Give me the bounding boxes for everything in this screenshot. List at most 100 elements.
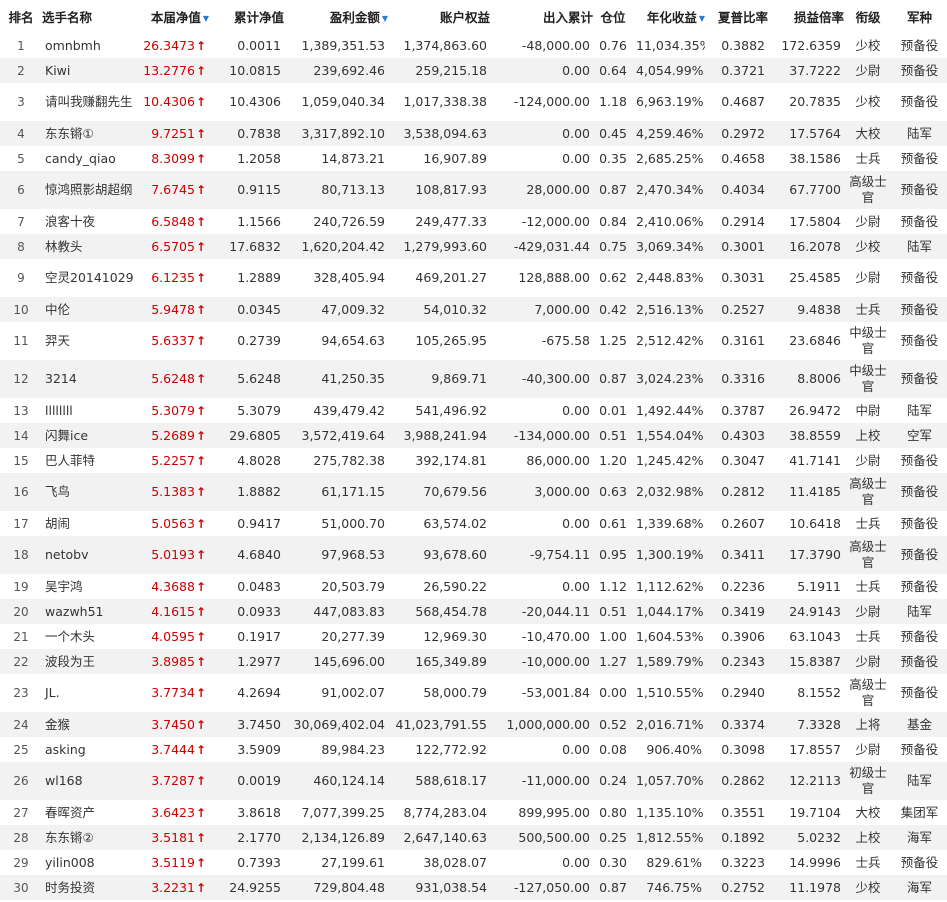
table-row[interactable]: 13 llllllll 5.3079↑ 5.3079 439,479.42 541,496… [0,398,947,423]
rank-cell: 24 [0,712,42,737]
col-rank-header[interactable]: 排名 [0,0,42,33]
pl-ratio-cell: 37.7222 [768,58,844,83]
col-sharpe-header[interactable]: 夏普比率 [705,0,768,33]
corps-cell: 陆军 [892,398,947,423]
player-name-cell[interactable]: 飞鸟 [42,473,137,511]
col-grade-header[interactable]: 衔级 [844,0,892,33]
player-name-cell[interactable]: 时务投资 [42,875,137,900]
grade-cell: 士兵 [844,511,892,536]
net-value-cell: 10.4306↑ [137,83,209,121]
table-row[interactable]: 11 羿天 5.6337↑ 0.2739 94,654.63 105,265.95 -675… [0,322,947,360]
player-name-cell[interactable]: Kiwi [42,58,137,83]
player-name-cell[interactable]: 春晖资产 [42,800,137,825]
position-cell: 0.64 [593,58,633,83]
player-name-cell[interactable]: JL. [42,674,137,712]
table-row[interactable]: 27 春晖资产 3.6423↑ 3.8618 7,077,399.25 8,774,283… [0,800,947,825]
grade-cell: 少校 [844,875,892,900]
table-row[interactable]: 29 yilin008 3.5119↑ 0.7393 27,199.61 38,028.0… [0,850,947,875]
player-name-cell[interactable]: 闪舞ice [42,423,137,448]
col-pos-header[interactable]: 仓位 [593,0,633,33]
table-row[interactable]: 22 波段为王 3.8985↑ 1.2977 145,696.00 165,349.89-… [0,649,947,674]
player-name-cell[interactable]: 东东锵① [42,121,137,146]
player-name-cell[interactable]: 3214 [42,360,137,398]
player-name-cell[interactable]: llllllll [42,398,137,423]
table-row[interactable]: 7 浪客十夜 6.5848↑ 1.1566 240,726.59 249,477.33 -1… [0,209,947,234]
net-value-cell: 5.2257↑ [137,448,209,473]
col-equity-header[interactable]: 账户权益 [388,0,490,33]
sharpe-cell: 0.4034 [705,171,768,209]
player-name-cell[interactable]: omnbmh [42,33,137,58]
table-row[interactable]: 10 中伦 5.9478↑ 0.0345 47,009.32 54,010.32 7,000… [0,297,947,322]
table-row[interactable]: 6 惊鸿照影胡超纲 7.6745↑ 0.9115 80,713.13 108,817.93… [0,171,947,209]
player-name-cell[interactable]: 中伦 [42,297,137,322]
player-name-cell[interactable]: wazwh51 [42,599,137,624]
player-name-cell[interactable]: 林教头 [42,234,137,259]
col-annual-header[interactable]: 年化收益 ▼ [633,0,705,33]
player-name-cell[interactable]: 巴人菲特 [42,448,137,473]
player-name-cell[interactable]: 波段为王 [42,649,137,674]
table-row[interactable]: 18 netobv 5.0193↑ 4.6840 97,968.53 93,678.60-… [0,536,947,574]
table-row[interactable]: 19 吴宇鸿 4.3688↑ 0.0483 20,503.79 26,590.22 0.00… [0,574,947,599]
col-corps-header[interactable]: 军种 [892,0,947,33]
player-name-cell[interactable]: 惊鸿照影胡超纲 [42,171,137,209]
col-cum-header[interactable]: 累计净值 [209,0,284,33]
table-row[interactable]: 2 Kiwi 13.2776↑ 10.0815 239,692.46 259,215.18… [0,58,947,83]
table-row[interactable]: 5 candy_qiao 8.3099↑ 1.2058 14,873.21 16,907.… [0,146,947,171]
player-name-cell[interactable]: 东东锵② [42,825,137,850]
equity-cell: 41,023,791.55 [388,712,490,737]
table-row[interactable]: 24 金猴 3.7450↑ 3.7450 30,069,402.04 41,023,791… [0,712,947,737]
grade-cell: 少尉 [844,448,892,473]
sort-down-icon[interactable]: ▼ [382,14,388,23]
col-ratio-header[interactable]: 损益倍率 [768,0,844,33]
table-row[interactable]: 15 巴人菲特 5.2257↑ 4.8028 275,782.38 392,174.81 8… [0,448,947,473]
table-row[interactable]: 4 东东锵① 9.7251↑ 0.7838 3,317,892.10 3,538,094.… [0,121,947,146]
corps-cell: 预备役 [892,674,947,712]
table-row[interactable]: 14 闪舞ice 5.2689↑ 29.6805 3,572,419.64 3,988,2… [0,423,947,448]
table-row[interactable]: 1 omnbmh 26.3473↑ 0.0011 1,389,351.53 1,374,8… [0,33,947,58]
table-row[interactable]: 25 asking 3.7444↑ 3.5909 89,984.23 122,772.92… [0,737,947,762]
pl-ratio-cell: 10.6418 [768,511,844,536]
player-name-cell[interactable]: asking [42,737,137,762]
sort-down-icon[interactable]: ▼ [699,14,705,23]
player-name-cell[interactable]: 浪客十夜 [42,209,137,234]
table-row[interactable]: 9 空灵20141029 6.1235↑ 1.2889 328,405.94 469,20… [0,259,947,297]
player-name-cell[interactable]: candy_qiao [42,146,137,171]
net-value-cell: 5.1383↑ [137,473,209,511]
table-row[interactable]: 20 wazwh51 4.1615↑ 0.0933 447,083.83 568,454.… [0,599,947,624]
col-flow-header[interactable]: 出入累计 [490,0,593,33]
annual-return-cell: 1,057.70% [633,762,705,800]
grade-cell: 少校 [844,33,892,58]
player-name-cell[interactable]: netobv [42,536,137,574]
position-cell: 0.51 [593,423,633,448]
table-row[interactable]: 12 3214 5.6248↑ 5.6248 41,250.35 9,869.71 -40,… [0,360,947,398]
table-row[interactable]: 16 飞鸟 5.1383↑ 1.8882 61,171.15 70,679.56 3,000… [0,473,947,511]
pl-ratio-cell: 8.1552 [768,674,844,712]
player-name-cell[interactable]: 吴宇鸿 [42,574,137,599]
net-value-cell: 7.6745↑ [137,171,209,209]
equity-cell: 1,279,993.60 [388,234,490,259]
player-name-cell[interactable]: yilin008 [42,850,137,875]
player-name-cell[interactable]: wl168 [42,762,137,800]
annual-return-cell: 1,112.62% [633,574,705,599]
table-row[interactable]: 26 wl168 3.7287↑ 0.0019 460,124.14 588,618.17… [0,762,947,800]
player-name-cell[interactable]: 一个木头 [42,624,137,649]
table-row[interactable]: 8 林教头 6.5705↑ 17.6832 1,620,204.42 1,279,993.… [0,234,947,259]
flow-cell: 0.00 [490,850,593,875]
col-profit-header[interactable]: 盈利金额 ▼ [284,0,388,33]
sort-down-icon[interactable]: ▼ [203,14,209,23]
table-row[interactable]: 30 时务投资 3.2231↑ 24.9255 729,804.48 931,038.54… [0,875,947,900]
col-net-header[interactable]: 本届净值 ▼ [137,0,209,33]
player-name-cell[interactable]: 空灵20141029 [42,259,137,297]
table-row[interactable]: 28 东东锵② 3.5181↑ 2.1770 2,134,126.89 2,647,140… [0,825,947,850]
table-row[interactable]: 17 胡闹 5.0563↑ 0.9417 51,000.70 63,574.02 0.00 0… [0,511,947,536]
player-name-cell[interactable]: 羿天 [42,322,137,360]
table-row[interactable]: 21 一个木头 4.0595↑ 0.1917 20,277.39 12,969.30 -10… [0,624,947,649]
table-row[interactable]: 23 JL. 3.7734↑ 4.2694 91,002.07 58,000.79 -53,… [0,674,947,712]
player-name-cell[interactable]: 胡闹 [42,511,137,536]
player-name-cell[interactable]: 请叫我赚翻先生 [42,83,137,121]
pl-ratio-cell: 17.3790 [768,536,844,574]
col-name-header[interactable]: 选手名称 [42,0,137,33]
table-row[interactable]: 3 请叫我赚翻先生 10.4306↑ 10.4306 1,059,040.34 1,017… [0,83,947,121]
player-name-cell[interactable]: 金猴 [42,712,137,737]
equity-cell: 469,201.27 [388,259,490,297]
